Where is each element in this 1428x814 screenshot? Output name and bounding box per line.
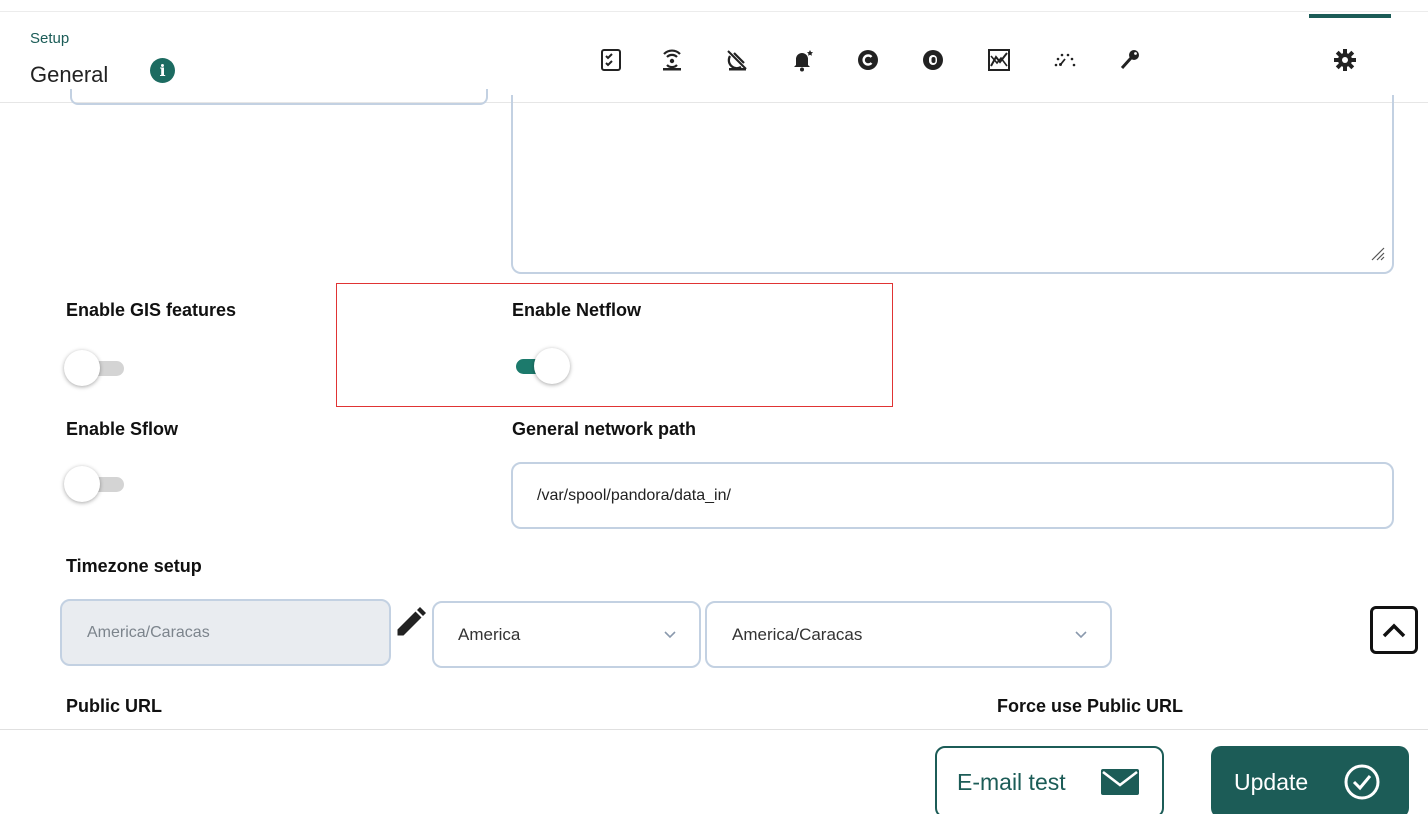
chevron-up-icon xyxy=(1382,623,1406,638)
gauge-dots-icon[interactable] xyxy=(1047,40,1083,80)
timezone-zone-value: America/Caracas xyxy=(732,625,863,644)
gis-toggle[interactable] xyxy=(64,350,128,386)
email-test-button[interactable]: E-mail test xyxy=(935,746,1164,814)
toggle-knob xyxy=(534,348,570,384)
timezone-region-value: America xyxy=(458,625,521,644)
page-title: General xyxy=(30,62,109,87)
update-button[interactable]: Update xyxy=(1211,746,1409,814)
netflow-toggle[interactable] xyxy=(506,348,570,384)
previous-textarea[interactable] xyxy=(511,95,1394,274)
satellite-off-icon[interactable] xyxy=(719,40,755,80)
previous-input-field[interactable] xyxy=(70,89,488,105)
timezone-region-select[interactable]: America xyxy=(432,601,701,668)
public-url-label: Public URL xyxy=(66,696,163,716)
toggle-knob xyxy=(64,350,100,386)
action-footer: E-mail test Update xyxy=(0,729,1428,814)
copyright-circle-icon[interactable] xyxy=(850,40,886,80)
netflow-label: Enable Netflow xyxy=(512,300,642,320)
info-circle-icon[interactable]: i xyxy=(150,58,175,83)
key-icon[interactable] xyxy=(1112,40,1148,80)
header-top-divider xyxy=(0,11,1428,12)
force-public-url-label: Force use Public URL xyxy=(997,696,1184,716)
chart-graph-icon[interactable] xyxy=(981,40,1017,80)
chevron-down-icon xyxy=(1074,603,1088,666)
check-circle-icon xyxy=(1344,764,1380,800)
page-header: Setup General i xyxy=(0,0,1428,103)
badge-circle-icon[interactable] xyxy=(915,40,951,80)
network-path-input[interactable]: /var/spool/pandora/data_in/ xyxy=(511,462,1394,529)
active-tab-indicator xyxy=(1309,14,1391,18)
bell-star-icon[interactable] xyxy=(784,40,820,80)
sflow-label: Enable Sflow xyxy=(66,419,179,439)
update-label: Update xyxy=(1234,769,1309,795)
timezone-label: Timezone setup xyxy=(66,556,202,576)
chevron-down-icon xyxy=(663,603,677,666)
resize-grip-icon[interactable] xyxy=(1368,244,1386,262)
wireless-icon[interactable] xyxy=(654,40,690,80)
pencil-icon[interactable] xyxy=(393,604,429,640)
sflow-toggle[interactable] xyxy=(64,466,128,502)
breadcrumb[interactable]: Setup xyxy=(30,30,69,47)
envelope-icon xyxy=(1101,769,1139,795)
gear-icon[interactable] xyxy=(1327,40,1363,80)
network-path-label: General network path xyxy=(512,419,697,439)
gis-label: Enable GIS features xyxy=(66,300,237,320)
toggle-knob xyxy=(64,466,100,502)
scroll-to-top-button[interactable] xyxy=(1370,606,1418,654)
checklist-icon[interactable] xyxy=(593,40,629,80)
timezone-current-input[interactable]: America/Caracas xyxy=(60,599,391,666)
email-test-label: E-mail test xyxy=(957,769,1066,795)
timezone-zone-select[interactable]: America/Caracas xyxy=(705,601,1112,668)
